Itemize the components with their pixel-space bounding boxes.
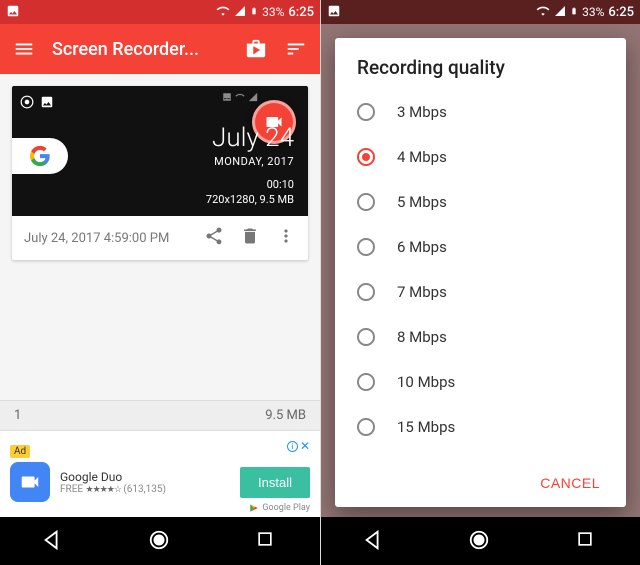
- quality-option[interactable]: 4 Mbps: [335, 134, 626, 179]
- google-chip: [12, 138, 68, 174]
- option-label: 15 Mbps: [397, 418, 455, 436]
- image-icon: [40, 94, 54, 113]
- filter-icon[interactable]: [284, 37, 308, 61]
- radio-icon: [357, 283, 375, 301]
- radio-icon: [357, 103, 375, 121]
- quality-option[interactable]: 8 Mbps: [335, 314, 626, 359]
- install-button[interactable]: Install: [240, 467, 310, 498]
- radio-icon: [357, 418, 375, 436]
- back-button[interactable]: [362, 529, 386, 553]
- cancel-button[interactable]: CANCEL: [530, 467, 610, 499]
- app-bar: Screen Recorder...: [0, 24, 320, 74]
- option-label: 8 Mbps: [397, 328, 447, 346]
- shop-icon[interactable]: [244, 37, 268, 61]
- nav-bar: [0, 517, 320, 565]
- summary-bar: 1 9.5 MB: [0, 400, 320, 430]
- ad-info-icon[interactable]: i ✕: [287, 439, 310, 453]
- recording-timestamp: July 24, 2017 4:59:00 PM: [24, 231, 188, 246]
- home-button[interactable]: [148, 529, 172, 553]
- quality-option[interactable]: 6 Mbps: [335, 224, 626, 269]
- quality-option[interactable]: 3 Mbps: [335, 89, 626, 134]
- nav-bar: [321, 517, 640, 565]
- option-label: 5 Mbps: [397, 193, 447, 211]
- image-icon: [327, 4, 341, 21]
- option-label: 10 Mbps: [397, 373, 455, 391]
- recording-duration: 00:10: [206, 178, 294, 191]
- ad-stars: ★★★★☆: [86, 485, 121, 495]
- radio-icon: [357, 148, 375, 166]
- quality-option[interactable]: 5 Mbps: [335, 179, 626, 224]
- battery-percent: 33%: [262, 5, 284, 19]
- option-label: 4 Mbps: [397, 148, 447, 166]
- delete-icon[interactable]: [240, 226, 260, 250]
- recording-details: 720x1280, 9.5 MB: [206, 193, 294, 206]
- share-icon[interactable]: [204, 226, 224, 250]
- google-play-label: Google Play: [249, 503, 310, 513]
- more-icon[interactable]: [276, 226, 296, 250]
- signal-icon: [234, 5, 246, 20]
- ad-tag: Ad: [10, 445, 30, 458]
- home-button[interactable]: [468, 529, 492, 553]
- option-label: 7 Mbps: [397, 283, 447, 301]
- signal-icon: [554, 5, 566, 20]
- battery-icon: [570, 4, 578, 21]
- back-button[interactable]: [41, 529, 65, 553]
- quality-option[interactable]: 20 Mbps: [335, 449, 626, 461]
- recording-thumbnail[interactable]: July 24 MONDAY, 2017 00:10 720x1280, 9.5…: [12, 86, 308, 216]
- recording-count: 1: [14, 408, 21, 423]
- recents-button[interactable]: [575, 529, 599, 553]
- wifi-icon: [536, 4, 550, 21]
- status-bar: 33% 6:25: [321, 0, 640, 24]
- radio-icon: [357, 238, 375, 256]
- radio-icon: [357, 373, 375, 391]
- quality-option[interactable]: 15 Mbps: [335, 404, 626, 449]
- recording-card[interactable]: July 24 MONDAY, 2017 00:10 720x1280, 9.5…: [12, 86, 308, 260]
- battery-icon: [250, 4, 258, 21]
- recording-day: MONDAY, 2017: [206, 155, 294, 168]
- recording-date: July 24: [206, 123, 294, 153]
- option-label: 6 Mbps: [397, 238, 447, 256]
- ad-app-icon: [10, 462, 50, 502]
- ad-banner[interactable]: Ad i ✕ Google Duo FREE ★★★★☆ (613,135) I…: [0, 430, 320, 517]
- dialog-title: Recording quality: [335, 56, 626, 89]
- ad-app-name: Google Duo: [60, 470, 230, 484]
- content: July 24 MONDAY, 2017 00:10 720x1280, 9.5…: [0, 74, 320, 272]
- recents-button[interactable]: [255, 529, 279, 553]
- clock: 6:25: [608, 5, 634, 20]
- phone-right: 33% 6:25 Recording quality 3 Mbps 4 Mbps 5…: [320, 0, 640, 565]
- quality-option[interactable]: 10 Mbps: [335, 359, 626, 404]
- quality-dialog: Recording quality 3 Mbps 4 Mbps 5 Mbps 6 Mb…: [335, 38, 626, 507]
- radio-icon: [357, 328, 375, 346]
- record-icon: [20, 94, 34, 113]
- total-size: 9.5 MB: [265, 408, 306, 423]
- battery-percent: 33%: [582, 5, 604, 19]
- app-title: Screen Recorder...: [52, 39, 228, 60]
- options-list: 3 Mbps 4 Mbps 5 Mbps 6 Mbps 7 Mbps 8 Mbps 10 M…: [335, 89, 626, 461]
- menu-icon[interactable]: [12, 37, 36, 61]
- wifi-icon: [216, 4, 230, 21]
- clock: 6:25: [288, 5, 314, 20]
- image-icon: [6, 4, 20, 21]
- ad-rating-count: (613,135): [123, 484, 166, 495]
- ad-price: FREE: [60, 484, 83, 495]
- card-footer: July 24, 2017 4:59:00 PM: [12, 216, 308, 260]
- phone-left: 33% 6:25 Screen Recorder...: [0, 0, 320, 565]
- radio-icon: [357, 193, 375, 211]
- quality-option[interactable]: 7 Mbps: [335, 269, 626, 314]
- mini-status: [222, 92, 258, 102]
- option-label: 3 Mbps: [397, 103, 447, 121]
- status-bar: 33% 6:25: [0, 0, 320, 24]
